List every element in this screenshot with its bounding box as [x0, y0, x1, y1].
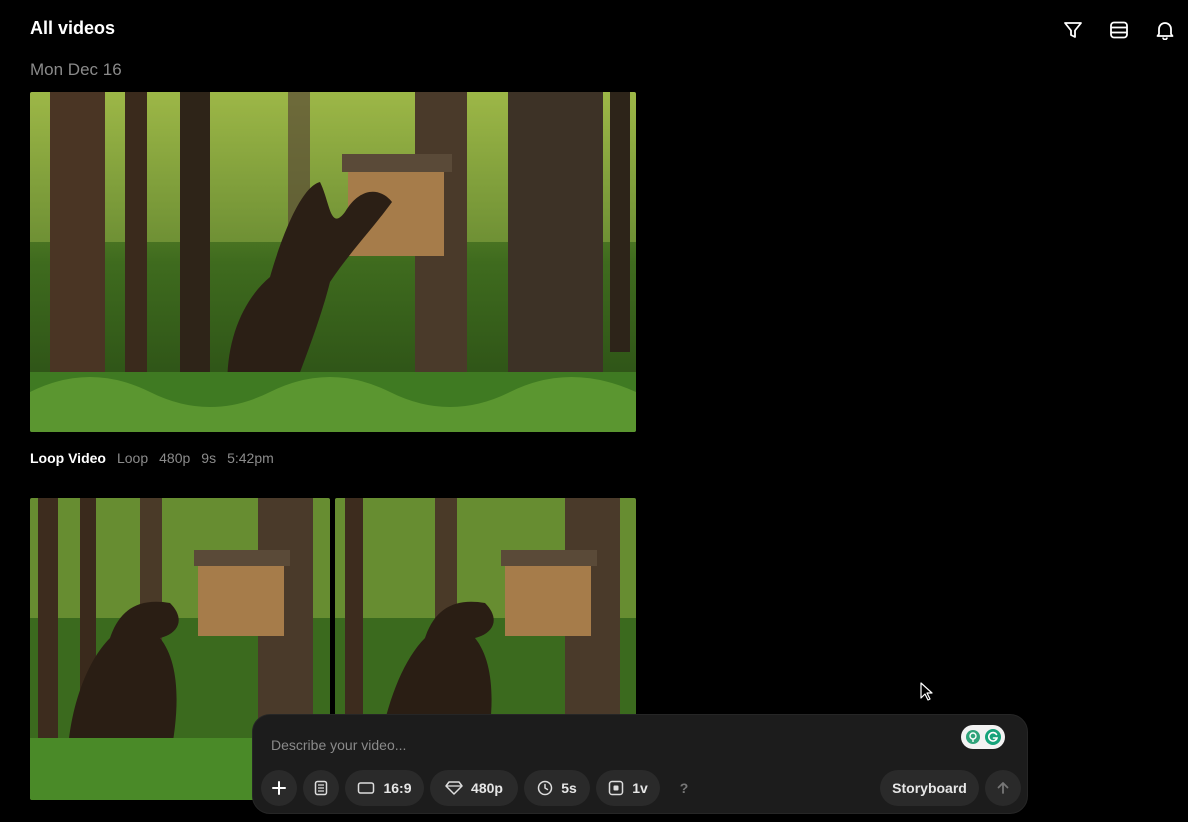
list-view-icon [1110, 21, 1128, 39]
video-thumbnail-loop[interactable] [30, 92, 636, 432]
list-view-button[interactable] [1096, 14, 1142, 46]
date-heading: Mon Dec 16 [30, 60, 122, 79]
duration-button[interactable]: 5s [524, 770, 590, 806]
duration-value: 5s [561, 780, 577, 796]
document-icon [314, 780, 328, 796]
prompt-input[interactable] [271, 733, 951, 757]
submit-button[interactable] [985, 770, 1021, 806]
variations-value: 1v [632, 780, 648, 796]
storyboard-button[interactable]: Storyboard [880, 770, 979, 806]
video-composer: 16:9 480p 5s 1v ? Storyboard [252, 714, 1028, 814]
notifications-button[interactable] [1142, 14, 1188, 46]
resolution-value: 480p [471, 780, 503, 796]
header-actions [1050, 14, 1188, 46]
clock-icon [537, 780, 553, 796]
resolution-button[interactable]: 480p [430, 770, 518, 806]
plus-icon [272, 781, 286, 795]
forest-scene-image [30, 92, 636, 432]
extension-badge[interactable] [961, 725, 1005, 749]
diamond-icon [445, 781, 463, 795]
grammarly-icon [984, 729, 1001, 745]
add-button[interactable] [261, 770, 297, 806]
video-time: 5:42pm [227, 450, 274, 466]
bell-icon [1156, 22, 1174, 40]
lightbulb-icon [965, 730, 980, 744]
help-button[interactable]: ? [666, 770, 702, 806]
video-duration: 9s [201, 450, 217, 466]
variations-button[interactable]: 1v [596, 770, 660, 806]
aspect-ratio-button[interactable]: 16:9 [345, 770, 424, 806]
video-meta-loop: Loop Video Loop 480p 9s 5:42pm [30, 450, 274, 466]
presets-button[interactable] [303, 770, 339, 806]
filter-button[interactable] [1050, 14, 1096, 46]
help-icon: ? [679, 780, 689, 796]
variations-icon [608, 780, 624, 796]
aspect-ratio-icon [358, 782, 375, 794]
mouse-cursor-icon [920, 682, 933, 701]
video-name[interactable]: Loop Video [30, 450, 106, 466]
storyboard-label: Storyboard [892, 780, 967, 796]
video-type: Loop [116, 450, 149, 466]
page-title: All videos [30, 18, 116, 38]
filter-icon [1064, 22, 1082, 38]
video-resolution: 480p [159, 450, 191, 466]
aspect-ratio-value: 16:9 [383, 780, 412, 796]
arrow-up-icon [997, 782, 1009, 794]
